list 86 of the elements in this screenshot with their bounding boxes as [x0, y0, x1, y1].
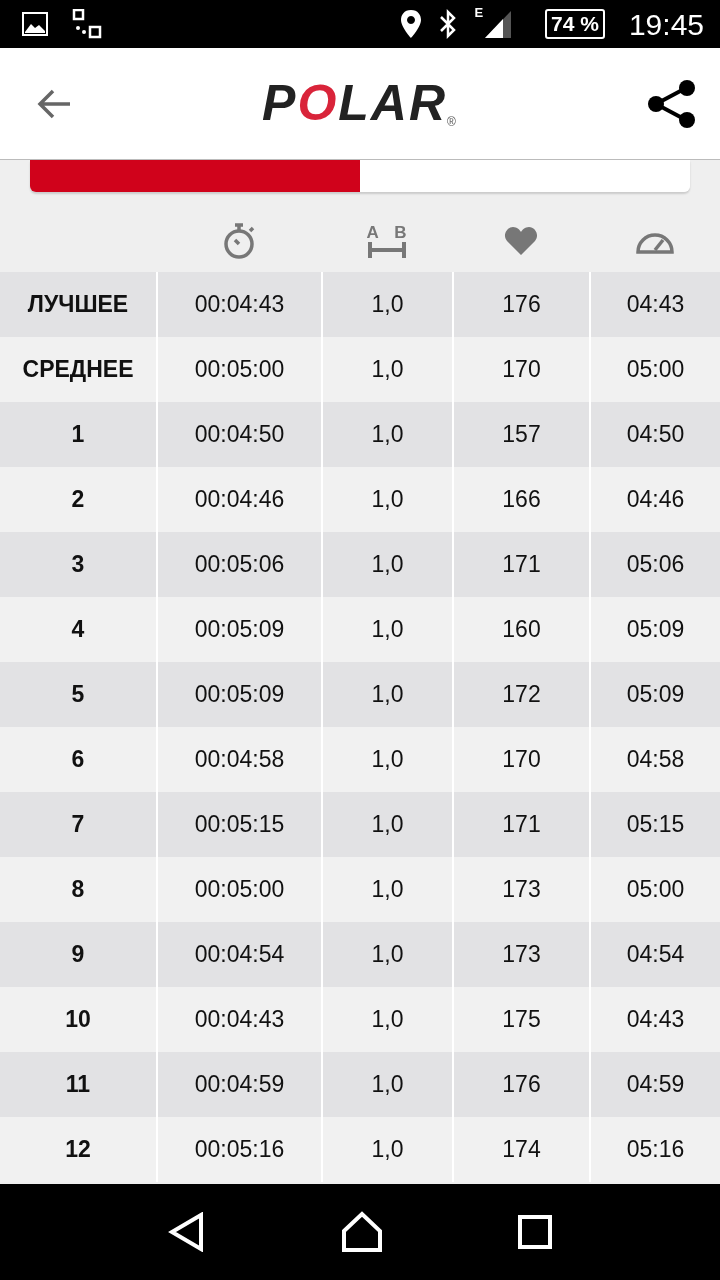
table-cell: 1,0: [323, 272, 452, 337]
table-cell: 00:04:46: [158, 467, 321, 532]
table-cell: 00:05:09: [158, 597, 321, 662]
table-cell: 00:05:00: [158, 337, 321, 402]
table-cell: 00:04:54: [158, 922, 321, 987]
table-cell: 04:59: [591, 1052, 720, 1117]
table-cell: 05:06: [591, 532, 720, 597]
table-cell: 171: [454, 792, 589, 857]
table-cell: 1,0: [323, 792, 452, 857]
home-icon[interactable]: [341, 1211, 383, 1253]
table-cell: 1,0: [323, 987, 452, 1052]
table-cell: 05:16: [591, 1117, 720, 1182]
row-label: 2: [0, 467, 156, 532]
table-cell: 00:04:43: [158, 272, 321, 337]
row-label: СРЕДНЕЕ: [0, 337, 156, 402]
table-cell: 04:46: [591, 467, 720, 532]
table-cell: 175: [454, 987, 589, 1052]
table-cell: 1,0: [323, 857, 452, 922]
battery-indicator: 74 %: [545, 9, 605, 39]
table-cell: 174: [454, 1117, 589, 1182]
share-icon[interactable]: [646, 77, 698, 130]
table-cell: 1,0: [323, 532, 452, 597]
table-cell: 173: [454, 857, 589, 922]
table-cell: 172: [454, 662, 589, 727]
table-cell: 176: [454, 1052, 589, 1117]
heart-icon: [503, 226, 538, 256]
table-cell: 04:50: [591, 402, 720, 467]
signal-icon: [483, 9, 514, 39]
table-cell: 173: [454, 922, 589, 987]
row-label: 4: [0, 597, 156, 662]
table-cell: 00:05:16: [158, 1117, 321, 1182]
table-cell: 00:04:43: [158, 987, 321, 1052]
table-cell: 1,0: [323, 1117, 452, 1182]
table-cell: 170: [454, 727, 589, 792]
table-cell: 04:58: [591, 727, 720, 792]
table-cell: 05:00: [591, 857, 720, 922]
table-cell: 1,0: [323, 1052, 452, 1117]
table-cell: 00:05:06: [158, 532, 321, 597]
location-icon: [400, 9, 423, 39]
table-cell: 00:05:09: [158, 662, 321, 727]
table-cell: 00:05:00: [158, 857, 321, 922]
row-label: 11: [0, 1052, 156, 1117]
table-cell: 05:00: [591, 337, 720, 402]
table-cell: 1,0: [323, 467, 452, 532]
table-cell: 160: [454, 597, 589, 662]
row-label: ЛУЧШЕЕ: [0, 272, 156, 337]
table-cell: 1,0: [323, 727, 452, 792]
table-cell: 166: [454, 467, 589, 532]
row-label: 6: [0, 727, 156, 792]
table-cell: 157: [454, 402, 589, 467]
table-cell: 00:05:15: [158, 792, 321, 857]
table-cell: 05:09: [591, 597, 720, 662]
row-label: 9: [0, 922, 156, 987]
logo: POLAR: [262, 74, 448, 133]
table-cell: 176: [454, 272, 589, 337]
recents-icon[interactable]: [518, 1215, 553, 1249]
clock: 19:45: [628, 6, 704, 43]
table-cell: 1,0: [323, 402, 452, 467]
row-label: 7: [0, 792, 156, 857]
row-label: 10: [0, 987, 156, 1052]
connection-icon: [72, 9, 102, 39]
registered-mark: ®: [447, 115, 456, 131]
table-cell: 05:15: [591, 792, 720, 857]
back-icon[interactable]: [167, 1212, 206, 1252]
row-label: 1: [0, 402, 156, 467]
table-cell: 04:43: [591, 987, 720, 1052]
table-cell: 04:43: [591, 272, 720, 337]
back-arrow-icon[interactable]: [36, 87, 72, 120]
stopwatch-icon: [221, 222, 256, 260]
table-cell: 1,0: [323, 922, 452, 987]
image-icon: [22, 12, 48, 36]
table-cell: 05:09: [591, 662, 720, 727]
network-type-label: E: [474, 4, 484, 22]
table-cell: 00:04:59: [158, 1052, 321, 1117]
row-label: 5: [0, 662, 156, 727]
row-label: 8: [0, 857, 156, 922]
table-cell: 170: [454, 337, 589, 402]
table-cell: 1,0: [323, 597, 452, 662]
table-cell: 00:04:58: [158, 727, 321, 792]
table-cell: 04:54: [591, 922, 720, 987]
row-label: 3: [0, 532, 156, 597]
table-cell: 00:04:50: [158, 402, 321, 467]
table-cell: 1,0: [323, 337, 452, 402]
table-cell: 1,0: [323, 662, 452, 727]
table-cell: 171: [454, 532, 589, 597]
row-label: 12: [0, 1117, 156, 1182]
